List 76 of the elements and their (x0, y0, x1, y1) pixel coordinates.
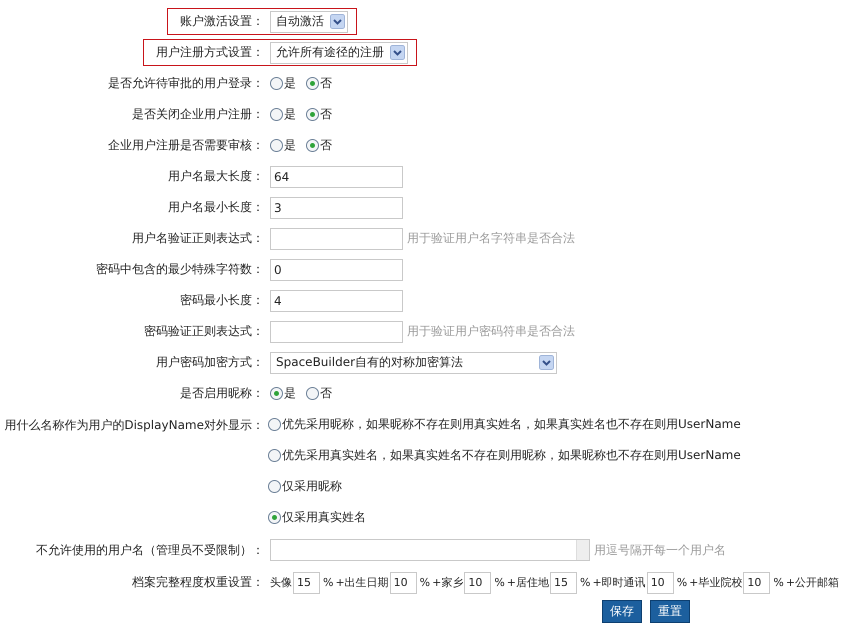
field-label: 是否允许待审批的用户登录： (108, 75, 265, 92)
dropdown[interactable]: SpaceBuilder自有的对称加密算法 (270, 352, 557, 374)
dropdown[interactable]: 允许所有途径的注册 (270, 42, 408, 64)
radio-button[interactable] (268, 449, 281, 462)
radio-button[interactable] (268, 480, 281, 493)
radio-button[interactable] (306, 139, 319, 152)
field-label: 用什么名称作为用户的DisplayName对外显示： (4, 417, 265, 434)
unit-label: % (420, 576, 430, 589)
input-field[interactable]: 10 (390, 572, 417, 594)
field-label: 用户注册方式设置： (143, 39, 268, 66)
input-field[interactable] (270, 320, 403, 342)
weight-label: +出生日期 (335, 575, 389, 590)
reset-button[interactable]: 重置 (650, 600, 690, 623)
weight-label: +家乡 (432, 575, 464, 590)
radio-label: 仅采用昵称 (282, 478, 342, 495)
field-label: 档案完整程度权重设置： (132, 574, 265, 591)
field-label: 企业用户注册是否需要审核： (108, 137, 265, 154)
input-field[interactable]: 10 (743, 572, 770, 594)
radio-label: 是 (284, 106, 296, 123)
weight-label: +毕业院校 (689, 575, 742, 590)
radio-button[interactable] (306, 387, 319, 400)
radio-label: 优先采用真实姓名，如果真实姓名不存在则用昵称，如果昵称也不存在则用UserName (282, 447, 741, 464)
input-field[interactable]: 4 (270, 290, 403, 312)
field-hint: 用于验证用户名字符串是否合法 (407, 230, 575, 247)
unit-label: % (773, 576, 784, 589)
radio-button[interactable] (268, 418, 281, 431)
radio-label: 否 (320, 137, 332, 154)
weight-label: 头像 (270, 575, 292, 590)
input-field[interactable]: 64 (270, 166, 403, 188)
field-label: 密码最小长度： (180, 292, 265, 309)
input-field[interactable]: 15 (550, 572, 578, 594)
input-field[interactable]: 0 (270, 258, 403, 280)
field-label: 密码验证正则表达式： (144, 323, 265, 340)
unit-label: % (494, 576, 505, 589)
field-label: 账户激活设置： (167, 8, 268, 35)
field-label: 是否启用昵称： (180, 385, 265, 402)
radio-label: 否 (320, 106, 332, 123)
field-label: 用户名最大长度： (168, 168, 265, 185)
field-hint: 用逗号隔开每一个用户名 (594, 542, 726, 558)
caret-icon (330, 14, 345, 29)
weight-label: +公开邮箱 (786, 575, 840, 590)
radio-button[interactable] (306, 108, 319, 121)
weight-label: +即时通讯 (592, 575, 646, 590)
unit-label: % (323, 576, 334, 589)
weight-label: +居住地 (506, 575, 550, 590)
radio-button[interactable] (306, 77, 319, 90)
input-field[interactable]: 10 (646, 572, 674, 594)
field-label: 不允许使用的用户名（管理员不受限制）： (36, 542, 265, 558)
radio-button[interactable] (268, 511, 281, 524)
unit-label: % (580, 576, 590, 589)
radio-label: 是 (284, 137, 296, 154)
save-button[interactable]: 保存 (602, 600, 642, 623)
radio-button[interactable] (270, 387, 283, 400)
field-label: 密码中包含的最少特殊字符数： (96, 261, 265, 278)
radio-button[interactable] (270, 108, 283, 121)
field-label: 用户名最小长度： (168, 199, 265, 216)
radio-label: 否 (320, 75, 332, 92)
input-field[interactable]: 15 (293, 572, 320, 594)
dropdown[interactable]: 自动激活 (270, 10, 348, 32)
field-label: 用户名验证正则表达式： (132, 230, 265, 247)
input-field[interactable]: 10 (464, 572, 492, 594)
radio-label: 否 (320, 385, 332, 402)
field-label: 用户密码加密方式： (156, 354, 265, 371)
radio-button[interactable] (270, 77, 283, 90)
input-field[interactable] (270, 228, 403, 250)
input-field[interactable]: 3 (270, 196, 403, 218)
radio-label: 仅采用真实姓名 (282, 509, 366, 526)
caret-icon (390, 45, 405, 60)
field-hint: 用于验证用户密码符串是否合法 (407, 323, 575, 340)
radio-label: 是 (284, 385, 296, 402)
radio-label: 是 (284, 75, 296, 92)
radio-label: 优先采用昵称，如果昵称不存在则用真实姓名，如果真实姓名也不存在则用UserName (282, 416, 741, 433)
radio-button[interactable] (270, 139, 283, 152)
field-label: 是否关闭企业用户注册： (132, 106, 265, 123)
unit-label: % (676, 576, 688, 589)
caret-icon (539, 355, 554, 370)
